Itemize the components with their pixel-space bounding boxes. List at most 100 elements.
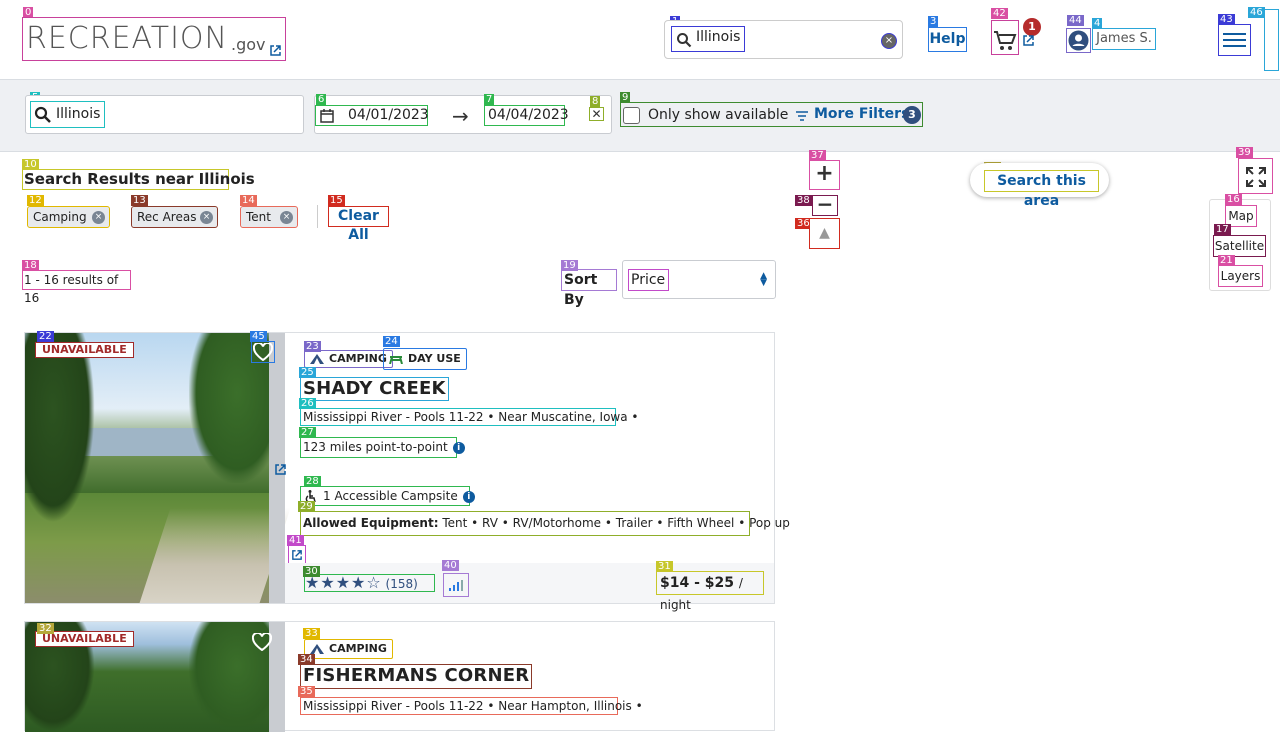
sort-label: Sort By xyxy=(561,269,617,308)
label-12: 12 xyxy=(27,195,44,206)
label-7: 7 xyxy=(484,94,495,105)
more-filters-button[interactable]: More Filters xyxy=(814,106,909,122)
result-card[interactable]: UNAVAILABLE CAMPING FISHERMANS CORNER Mi… xyxy=(24,621,775,732)
label-42: 42 xyxy=(991,8,1008,19)
only-available-checkbox[interactable] xyxy=(623,107,640,124)
user-avatar-button[interactable] xyxy=(1066,28,1091,53)
label-16: 16 xyxy=(1225,194,1242,205)
hamburger-menu-button[interactable] xyxy=(1218,24,1251,56)
compass-button[interactable]: ▲ xyxy=(809,218,840,249)
cart-button[interactable] xyxy=(991,20,1019,55)
info-icon[interactable]: i xyxy=(462,490,475,503)
label-32: 32 xyxy=(37,623,54,634)
user-name-button[interactable]: James S. xyxy=(1092,28,1156,50)
label-34: 34 xyxy=(298,654,315,665)
label-13: 13 xyxy=(131,195,148,206)
label-35: 35 xyxy=(298,686,315,697)
header-search-input[interactable] xyxy=(696,29,746,45)
chip-label: Rec Areas xyxy=(137,210,197,224)
label-25: 25 xyxy=(299,367,316,378)
start-date-value: 04/01/2023 xyxy=(348,107,429,123)
label-3: 3 xyxy=(928,16,939,27)
clear-dates-button[interactable]: ✕ xyxy=(589,107,604,121)
heart-icon xyxy=(252,633,272,651)
category-badge-camping: CAMPING xyxy=(304,639,393,659)
date-arrow-icon: → xyxy=(452,104,469,128)
clear-all-button[interactable]: Clear All xyxy=(328,206,389,243)
filter-chip-rec-areas[interactable]: Rec Areas × xyxy=(131,206,218,228)
availability-filter: Only show available More Filters 3 xyxy=(620,102,923,127)
details-link[interactable] xyxy=(288,545,306,564)
badge-label: DAY USE xyxy=(408,352,461,365)
search-icon xyxy=(34,106,51,123)
label-38: 38 xyxy=(795,195,812,206)
results-title: Search Results near Illinois xyxy=(22,169,255,190)
tent-icon xyxy=(310,354,324,364)
fullscreen-button[interactable] xyxy=(1238,158,1273,194)
status-badge: UNAVAILABLE xyxy=(35,342,134,358)
filter-chip-camping[interactable]: Camping × xyxy=(27,206,110,228)
header-search-field[interactable] xyxy=(671,26,746,52)
search-this-area-button[interactable]: Search this area xyxy=(984,170,1099,209)
location-input[interactable]: Illinois xyxy=(30,101,105,128)
favorite-button[interactable] xyxy=(251,632,275,654)
external-link-icon[interactable] xyxy=(274,463,287,476)
close-icon[interactable]: × xyxy=(92,211,105,224)
label-24: 24 xyxy=(383,336,400,347)
category-badge-day-use: DAY USE xyxy=(383,348,467,370)
end-date-input[interactable]: 04/04/2023 xyxy=(484,105,569,126)
close-icon[interactable]: × xyxy=(200,211,213,224)
price-value: $14 - $25 xyxy=(660,575,735,591)
edge-scroll-region[interactable] xyxy=(1264,9,1279,71)
zoom-in-button[interactable]: + xyxy=(809,160,840,190)
search-this-area: Search this area xyxy=(970,163,1109,209)
menu-icon-bar xyxy=(1223,39,1246,41)
availability-signal[interactable] xyxy=(443,573,469,597)
filter-chip-tent[interactable]: Tent × xyxy=(240,206,298,228)
location-search-box: Illinois xyxy=(25,95,304,134)
card-footer: ★★★★☆ (158) $14 - $25 / night xyxy=(285,563,774,612)
equipment-list: Tent • RV • RV/Motorhome • Trailer • Fif… xyxy=(442,516,790,530)
picnic-icon xyxy=(389,356,403,364)
tent-icon xyxy=(310,644,324,654)
allowed-equipment: Allowed Equipment: Tent • RV • RV/Motorh… xyxy=(300,511,790,536)
signal-icon xyxy=(449,580,463,591)
logo-suffix: .gov xyxy=(231,35,266,54)
layer-layers-option[interactable]: Layers xyxy=(1218,265,1263,287)
fullscreen-icon xyxy=(1246,167,1266,187)
start-date-input[interactable]: 04/01/2023 xyxy=(315,105,429,126)
campground-title[interactable]: FISHERMANS CORNER xyxy=(300,664,533,689)
site-logo[interactable]: RECREATION .gov xyxy=(22,17,286,61)
only-available-label: Only show available xyxy=(648,107,789,123)
category-badge-camping: CAMPING xyxy=(304,350,393,368)
campground-location: Mississippi River - Pools 11-22 • Near M… xyxy=(300,408,638,426)
review-count: (158) xyxy=(385,577,418,591)
layer-satellite-option[interactable]: Satellite xyxy=(1213,235,1266,257)
label-30: 30 xyxy=(303,566,320,577)
distance-text: 123 miles point-to-point xyxy=(303,440,448,454)
label-6: 6 xyxy=(316,94,327,105)
label-28: 28 xyxy=(304,476,321,487)
info-icon[interactable]: i xyxy=(452,441,465,454)
clear-search-button[interactable]: × xyxy=(881,33,897,49)
end-date-value: 04/04/2023 xyxy=(488,107,569,123)
chip-divider xyxy=(317,205,318,228)
label-29: 29 xyxy=(298,501,315,512)
campground-title[interactable]: SHADY CREEK xyxy=(300,377,449,401)
label-31: 31 xyxy=(656,561,673,572)
cart-icon xyxy=(994,31,1017,50)
half-star-icon: ☆ xyxy=(366,573,382,592)
external-link-icon xyxy=(292,550,302,560)
campground-photo[interactable] xyxy=(25,333,291,603)
rating[interactable]: ★★★★☆ (158) xyxy=(304,574,435,592)
favorite-button[interactable] xyxy=(251,341,275,363)
close-icon[interactable]: × xyxy=(280,211,293,224)
campground-location: Mississippi River - Pools 11-22 • Near H… xyxy=(300,697,643,715)
zoom-out-button[interactable]: − xyxy=(812,194,838,216)
label-23: 23 xyxy=(304,341,321,352)
help-link[interactable]: Help xyxy=(928,27,967,52)
campground-distance: 123 miles point-to-point i xyxy=(300,437,465,458)
label-40: 40 xyxy=(442,560,459,571)
sort-select[interactable]: Price ▲ ▼ xyxy=(622,260,776,299)
search-icon xyxy=(677,33,692,48)
